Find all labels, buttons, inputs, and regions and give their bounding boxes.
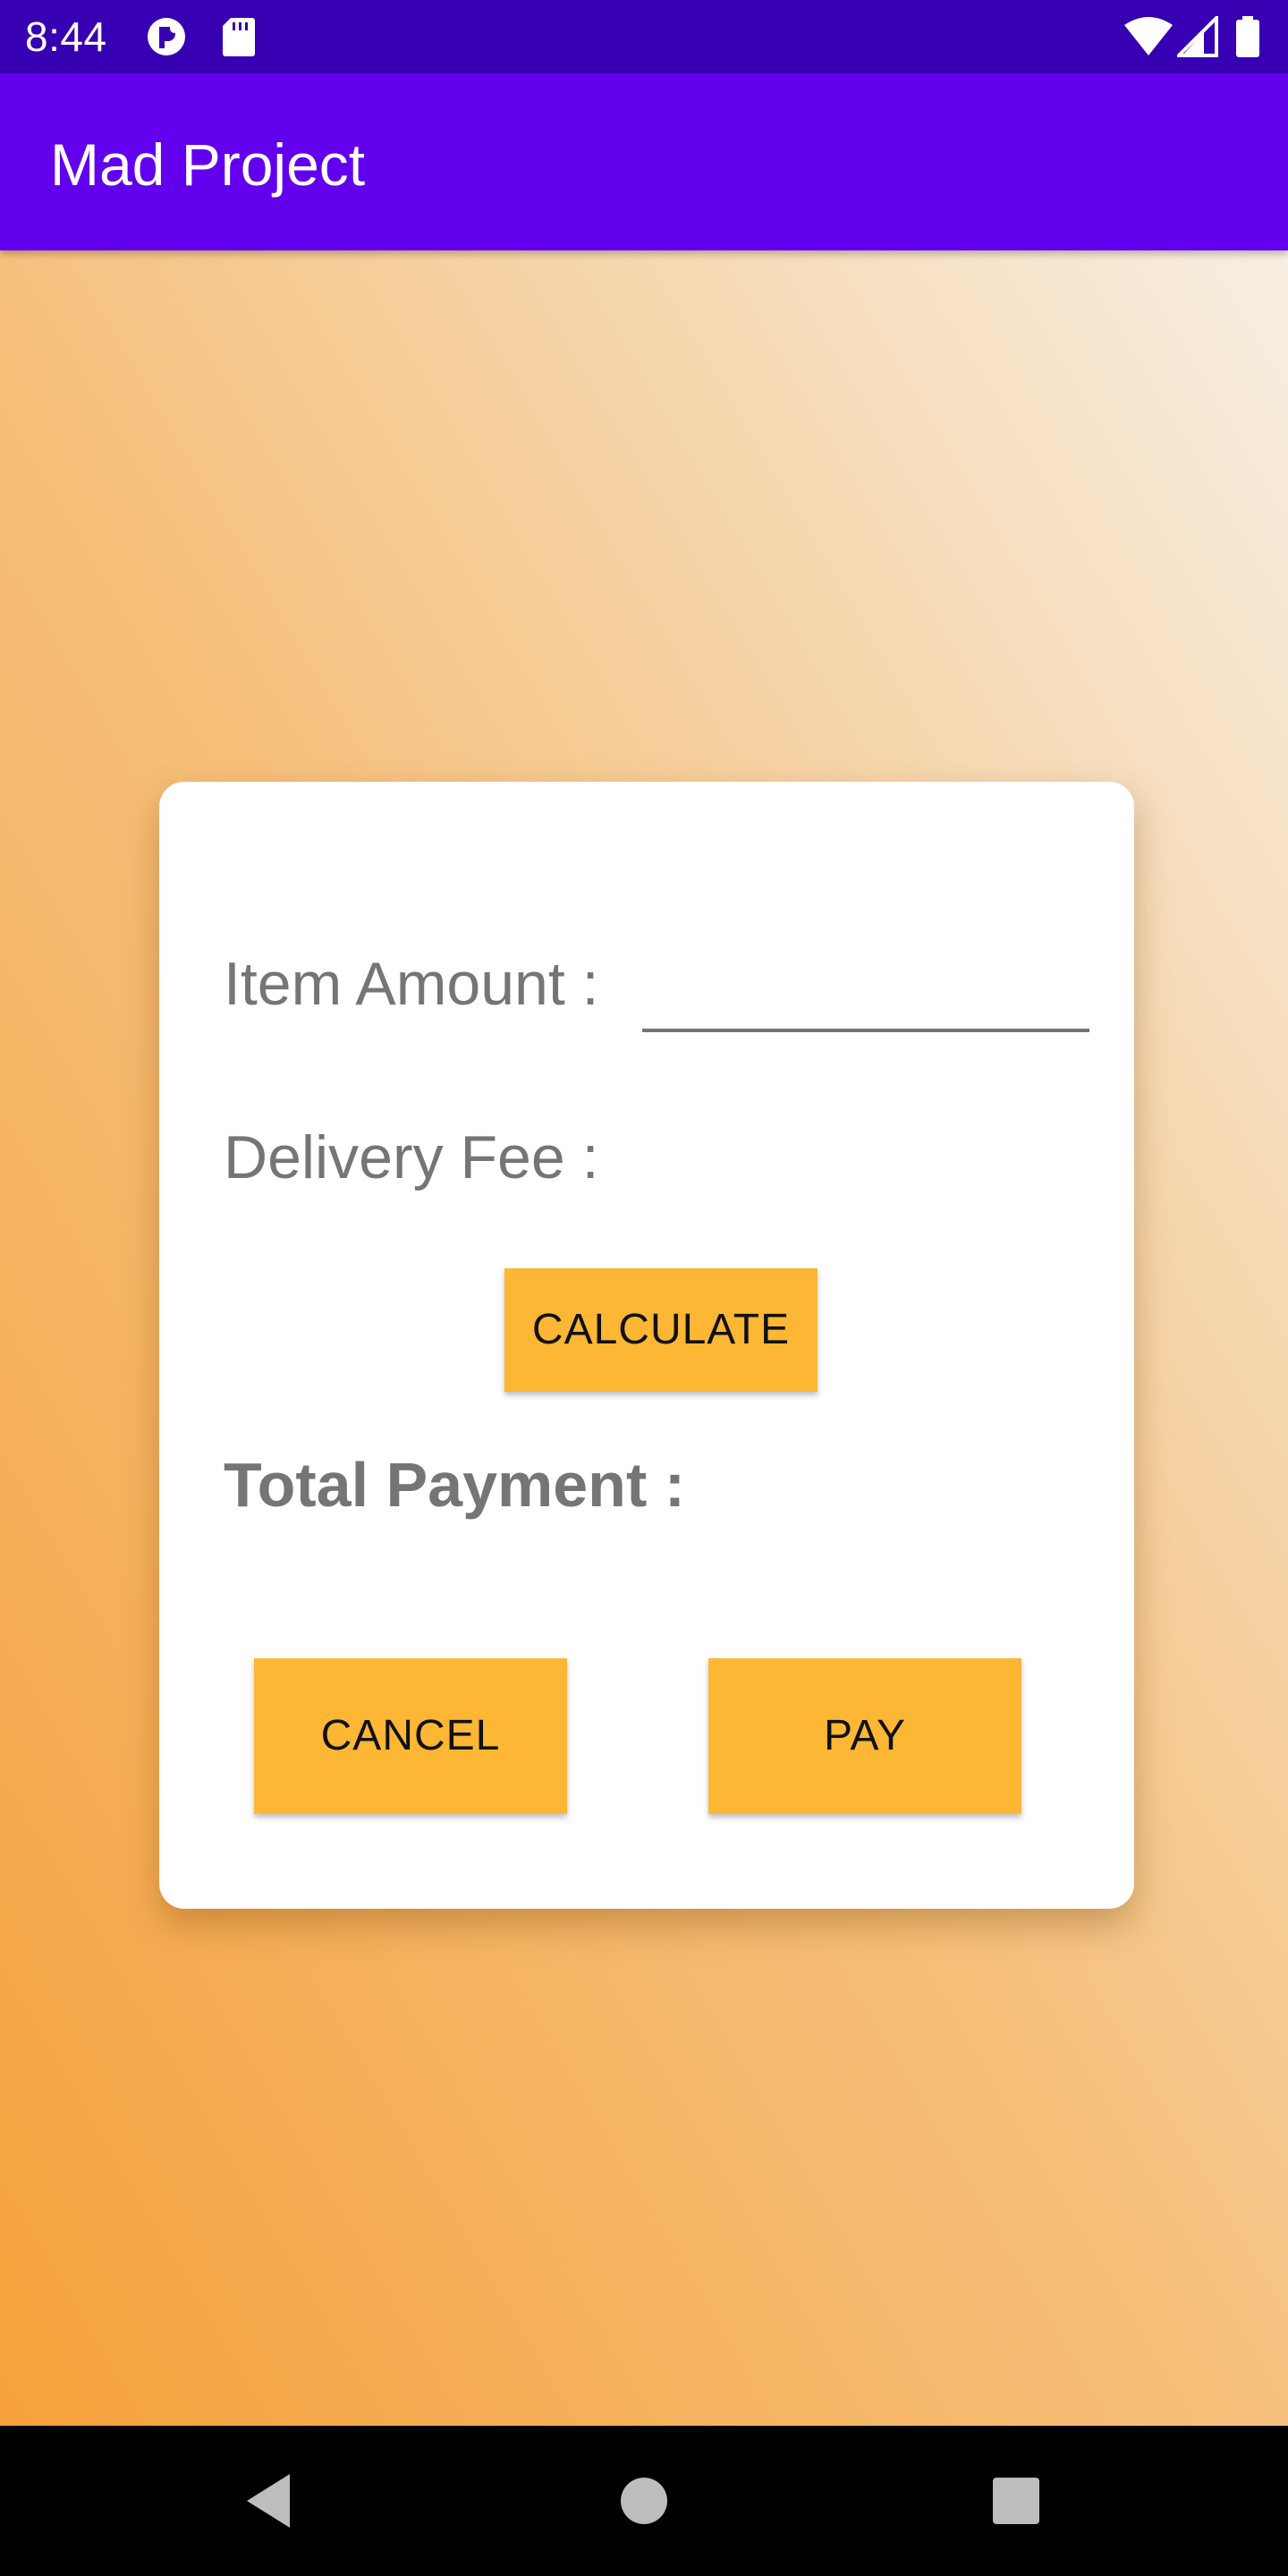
status-time: 8:44 (25, 13, 107, 60)
screen: 8:44 Mad Project Item Amount: Delivery … (0, 0, 1288, 2576)
sd-card-icon (223, 18, 255, 56)
pay-button[interactable]: PAY (708, 1658, 1021, 1814)
status-bar: 8:44 (0, 0, 1288, 73)
item-amount-input[interactable] (642, 957, 1089, 1032)
delivery-fee-label: Delivery Fee : (224, 1123, 599, 1191)
cell-signal-icon (1177, 16, 1218, 57)
app-bar: Mad Project (0, 73, 1288, 250)
calculate-button[interactable]: CALCULATE (504, 1268, 818, 1392)
app-title: Mad Project (50, 131, 366, 198)
privacy-icon (148, 18, 185, 55)
wifi-icon (1124, 17, 1173, 55)
back-icon[interactable] (238, 2469, 302, 2533)
total-payment-label: Total Payment : (224, 1450, 686, 1520)
home-icon[interactable] (612, 2469, 676, 2533)
payment-card: Item Amount : Delivery Fee : CALCULATE T… (159, 782, 1134, 1909)
recents-icon[interactable] (984, 2469, 1048, 2533)
battery-icon (1236, 16, 1259, 57)
item-amount-label: Item Amount : (224, 950, 599, 1018)
navigation-bar (0, 2426, 1288, 2576)
cancel-button[interactable]: CANCEL (254, 1658, 567, 1814)
content-area: Item Amount : Delivery Fee : CALCULATE T… (0, 250, 1288, 2426)
